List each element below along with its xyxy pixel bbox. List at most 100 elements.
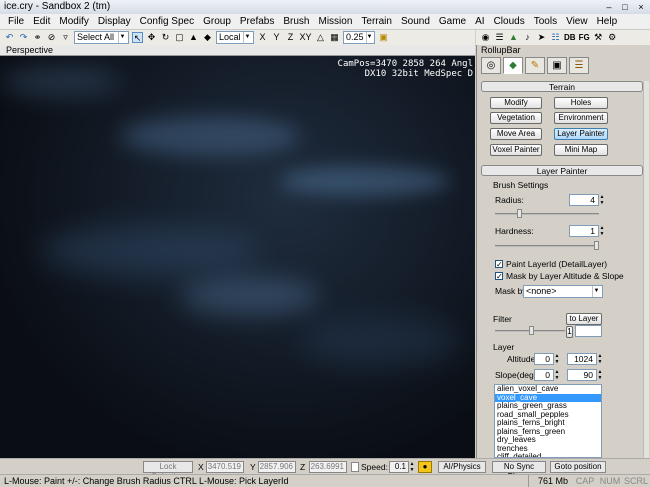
holes-button[interactable]: Holes xyxy=(554,97,608,109)
no-sync-player-button[interactable]: No Sync Player xyxy=(492,461,546,481)
ai-physics-button[interactable]: AI/Physics xyxy=(438,461,486,473)
layer-painter-section-header[interactable]: Layer Painter xyxy=(481,165,643,176)
environment-button[interactable]: Environment xyxy=(554,112,608,124)
z-coordinate-field[interactable]: 263.6991 xyxy=(309,461,347,473)
filter-icon[interactable]: ▿ xyxy=(60,32,71,43)
terrain-section-header[interactable]: Terrain xyxy=(481,81,643,92)
lock-selection-button[interactable]: Lock Selection xyxy=(143,461,193,481)
layers-icon[interactable]: ☰ xyxy=(494,32,505,43)
modify-button[interactable]: Modify xyxy=(490,97,542,109)
terrain-icon[interactable]: ▲ xyxy=(508,32,519,43)
terrain-follow-icon[interactable]: △ xyxy=(315,32,326,43)
terrain-tab-icon[interactable]: ◆ xyxy=(503,57,523,74)
display-tab-icon[interactable]: ▣ xyxy=(547,57,567,74)
scale-icon[interactable]: ▢ xyxy=(174,32,185,43)
rotate-icon[interactable]: ↻ xyxy=(160,32,171,43)
layer-list[interactable]: alien_voxel_cave voxel_cave plains_green… xyxy=(494,384,602,458)
stats-icon[interactable]: ☷ xyxy=(550,32,561,43)
coord-space-dropdown[interactable]: Local ▼ xyxy=(216,31,254,44)
menu-modify[interactable]: Modify xyxy=(59,16,88,27)
speed-input[interactable]: 0.1 xyxy=(389,461,409,473)
altitude-min-input[interactable]: 0 xyxy=(534,353,554,365)
menu-mission[interactable]: Mission xyxy=(318,16,352,27)
goto-position-button[interactable]: Goto position xyxy=(550,461,606,473)
unlink-icon[interactable]: ⊘ xyxy=(46,32,57,43)
move-area-button[interactable]: Move Area xyxy=(490,128,542,140)
paint-layerid-checkbox[interactable]: ✓ xyxy=(495,260,503,269)
perspective-viewport[interactable]: CamPos=3470 2858 264 Angl DX10 32bit Med… xyxy=(0,56,475,458)
mask-by-dropdown[interactable]: <none> ▼ xyxy=(523,285,603,298)
redo-icon[interactable]: ↷ xyxy=(18,32,29,43)
database-button[interactable]: DB xyxy=(564,33,576,42)
axis-z-button[interactable]: Z xyxy=(285,32,296,43)
snap-terrain-icon[interactable]: ▲ xyxy=(188,32,199,43)
notes-icon[interactable]: ▣ xyxy=(378,32,389,43)
close-icon[interactable]: × xyxy=(634,1,648,13)
grid-snap-icon[interactable]: ▦ xyxy=(329,32,340,43)
slider-thumb[interactable] xyxy=(529,326,534,335)
rollup-scrollbar[interactable] xyxy=(643,81,649,458)
slope-max-input[interactable]: 90 xyxy=(567,369,597,381)
menu-view[interactable]: View xyxy=(566,16,588,27)
menu-brush[interactable]: Brush xyxy=(283,16,309,27)
layers-tab-icon[interactable]: ☰ xyxy=(569,57,589,74)
sound-icon[interactable]: ♪ xyxy=(522,32,533,43)
minimize-icon[interactable]: – xyxy=(602,1,616,13)
menu-clouds[interactable]: Clouds xyxy=(494,16,525,27)
camera-icon[interactable]: ◉ xyxy=(480,32,491,43)
filter-one-button[interactable]: 1 xyxy=(566,326,573,338)
maximize-icon[interactable]: □ xyxy=(618,1,632,13)
select-cursor-icon[interactable]: ↖ xyxy=(132,32,143,43)
vegetation-button[interactable]: Vegetation xyxy=(490,112,542,124)
radius-input[interactable]: 4 xyxy=(569,194,599,206)
flowgraph-button[interactable]: FG xyxy=(579,33,590,42)
menu-sound[interactable]: Sound xyxy=(401,16,430,27)
link-icon[interactable]: ⚭ xyxy=(32,32,43,43)
menu-help[interactable]: Help xyxy=(597,16,618,27)
voxel-painter-button[interactable]: Voxel Painter xyxy=(490,144,542,156)
mini-map-button[interactable]: Mini Map xyxy=(554,144,608,156)
speed-spinner[interactable]: ▲ ▼ xyxy=(409,461,415,473)
slider-thumb[interactable] xyxy=(594,241,599,250)
select-mode-dropdown[interactable]: Select All ▼ xyxy=(74,31,129,44)
menu-group[interactable]: Group xyxy=(203,16,231,27)
slope-max-spinner[interactable]: ▲ ▼ xyxy=(597,369,603,381)
mask-altitude-checkbox[interactable]: ✓ xyxy=(495,272,503,281)
radius-slider[interactable] xyxy=(495,209,599,218)
y-coordinate-field[interactable]: 2857.906 xyxy=(258,461,296,473)
axis-x-button[interactable]: X xyxy=(257,32,268,43)
filter-input[interactable] xyxy=(575,325,602,337)
goto-icon[interactable]: ➤ xyxy=(536,32,547,43)
settings-icon[interactable]: ⚙ xyxy=(607,32,618,43)
menu-edit[interactable]: Edit xyxy=(33,16,50,27)
slope-min-spinner[interactable]: ▲ ▼ xyxy=(554,369,560,381)
radius-spinner[interactable]: ▲ ▼ xyxy=(599,194,605,206)
layer-painter-button[interactable]: Layer Painter xyxy=(554,128,608,140)
speed-toggle[interactable] xyxy=(351,462,359,472)
grid-size-dropdown[interactable]: 0.25 ▼ xyxy=(343,31,375,44)
axis-xy-button[interactable]: XY xyxy=(299,32,312,43)
altitude-max-spinner[interactable]: ▲ ▼ xyxy=(597,353,603,365)
slope-min-input[interactable]: 0 xyxy=(534,369,554,381)
hardness-slider[interactable] xyxy=(495,241,599,250)
menu-terrain[interactable]: Terrain xyxy=(361,16,392,27)
tool-icon[interactable]: ⚒ xyxy=(593,32,604,43)
filter-slider[interactable] xyxy=(495,326,565,335)
altitude-max-input[interactable]: 1024 xyxy=(567,353,597,365)
move-icon[interactable]: ✥ xyxy=(146,32,157,43)
altitude-min-spinner[interactable]: ▲ ▼ xyxy=(554,353,560,365)
slider-thumb[interactable] xyxy=(517,209,522,218)
lock-icon[interactable]: ● xyxy=(418,461,432,473)
objects-tab-icon[interactable]: ◎ xyxy=(481,57,501,74)
modeling-tab-icon[interactable]: ✎ xyxy=(525,57,545,74)
menu-display[interactable]: Display xyxy=(98,16,131,27)
snap-object-icon[interactable]: ◆ xyxy=(202,32,213,43)
hardness-spinner[interactable]: ▲ ▼ xyxy=(599,225,605,237)
menu-file[interactable]: File xyxy=(8,16,24,27)
x-coordinate-field[interactable]: 3470.519 xyxy=(206,461,244,473)
axis-y-button[interactable]: Y xyxy=(271,32,282,43)
menu-tools[interactable]: Tools xyxy=(534,16,557,27)
to-layer-button[interactable]: to Layer xyxy=(566,313,602,325)
menu-prefabs[interactable]: Prefabs xyxy=(240,16,274,27)
menu-game[interactable]: Game xyxy=(439,16,466,27)
